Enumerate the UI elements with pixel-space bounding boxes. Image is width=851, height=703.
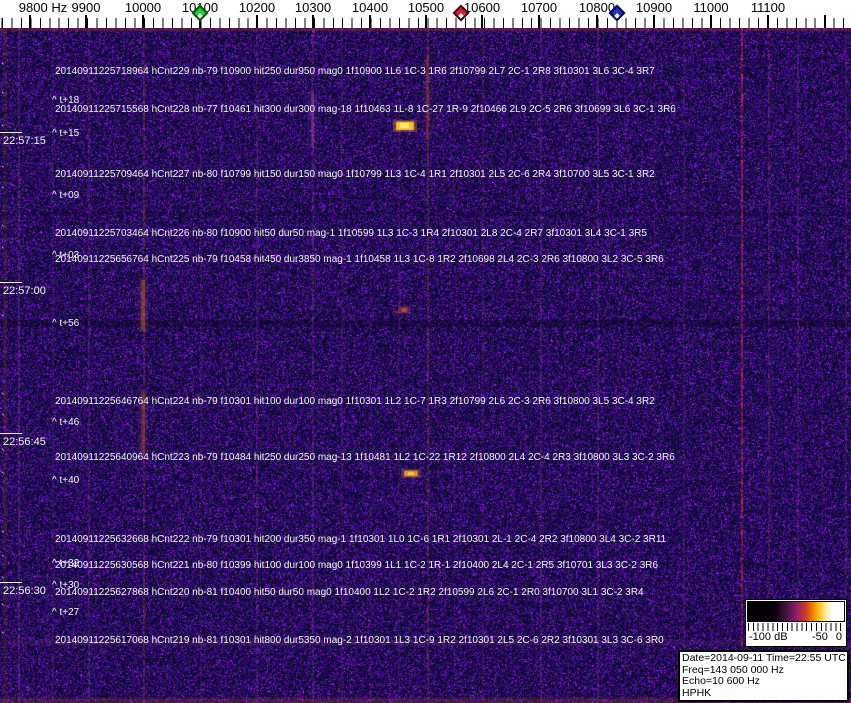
frequency-label: 9800 Hz [18,0,68,15]
frequency-label: 10300 [294,0,332,15]
ruler-major-tick [653,15,655,28]
frequency-label: 10000 [124,0,162,15]
ruler-major-tick [256,15,258,28]
observation-info-box: Date=2014-09-11 Time=22:55 UTC Freq=143 … [678,650,849,702]
ruler-major-tick [824,15,826,28]
marker-center-dot [197,13,203,19]
ruler-major-tick [710,15,712,28]
ruler-major-tick [142,15,144,28]
ruler-major-tick [767,15,769,28]
info-station-code: HPHK [682,686,712,699]
db-label-mid: -50 [812,631,828,643]
frequency-label: 10700 [520,0,558,15]
frequency-ruler: 9800 Hz990010000101001020010300104001050… [0,0,851,28]
ruler-major-tick [538,15,540,28]
frequency-label: 10500 [407,0,445,15]
db-colorbar [747,601,845,622]
frequency-label: 9900 [71,0,101,15]
db-label-min: -100 dB [749,631,788,643]
frequency-label: 10900 [635,0,673,15]
ruler-major-tick [312,15,314,28]
ruler-major-tick [29,15,31,28]
frequency-label: 10200 [238,0,276,15]
ruler-major-tick [596,15,598,28]
db-scale-legend: -100 dB -50 0 [745,599,847,647]
spectrogram-canvas [0,28,851,703]
frequency-label: 10400 [351,0,389,15]
frequency-label: 11100 [750,0,786,15]
db-tick-comb [748,623,845,631]
spectrogram-app: 9800 Hz990010000101001020010300104001050… [0,0,851,703]
ruler-major-tick [369,15,371,28]
ruler-major-tick [425,15,427,28]
marker-center-dot [614,13,620,19]
db-label-max: 0 [835,631,842,643]
ruler-major-tick [481,15,483,28]
info-date-time: Date=2014-09-11 Time=22:55 UTC [682,652,846,664]
ruler-major-tick [85,15,87,28]
marker-center-dot [458,13,464,19]
frequency-label: 11000 [693,0,729,15]
info-echo-frequency: Echo=10 600 Hz [682,675,760,687]
